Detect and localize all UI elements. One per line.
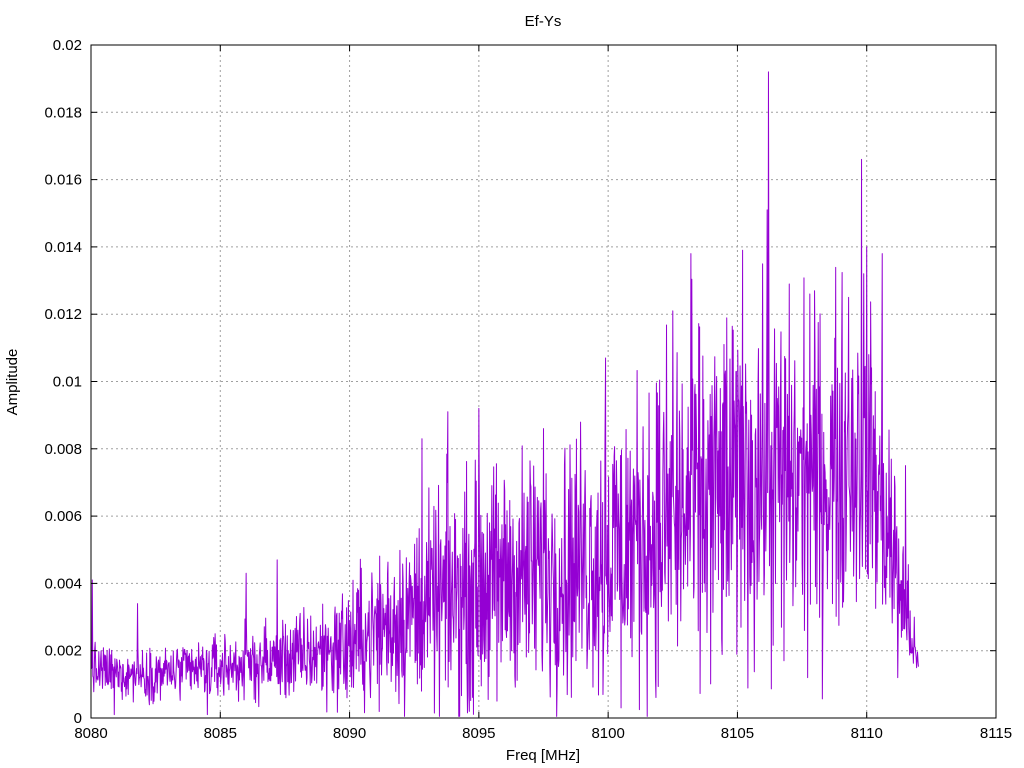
y-tick-label: 0.002 [44,643,82,660]
x-tick-label: 8115 [980,725,1012,742]
x-tick-label: 8090 [333,725,366,742]
series-line [90,71,919,717]
x-tick-label: 8085 [204,725,237,742]
x-tick-label: 8100 [591,725,624,742]
chart: Ef-Ys 8080 8085 8090 8095 8100 8105 8110 8115 0… [0,0,1024,768]
y-tick-label: 0.02 [53,37,82,54]
x-tick-label: 8095 [462,725,495,742]
y-tick-label: 0.012 [44,306,82,323]
y-tick-label: 0.018 [44,104,82,121]
y-tick-label: 0.004 [44,575,82,592]
chart-svg: Ef-Ys 8080 8085 8090 8095 8100 8105 8110 8115 0… [4,13,1012,764]
x-tick-label: 8110 [851,725,883,742]
y-axis-label: Amplitude [4,349,21,416]
chart-title: Ef-Ys [525,13,562,30]
y-tick-label: 0.014 [44,239,82,256]
x-axis-label: Freq [MHz] [506,747,580,764]
x-tick-label: 8105 [721,725,754,742]
y-tick-label: 0 [74,710,82,727]
y-tick-label: 0.008 [44,441,82,458]
series-layer [90,71,919,717]
y-tick-label: 0.01 [53,374,82,391]
grid-lines [91,45,996,718]
y-tick-label: 0.006 [44,508,82,525]
y-tick-label: 0.016 [44,172,82,189]
x-tick-label: 8080 [74,725,107,742]
